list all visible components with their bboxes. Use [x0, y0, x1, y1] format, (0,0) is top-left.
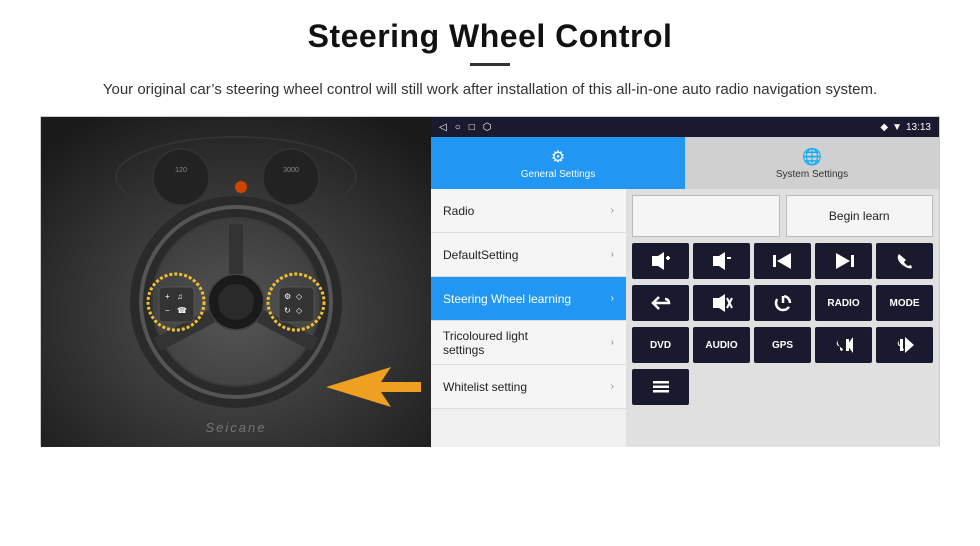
android-ui: ◁ ○ □ ⬡ ◆ ▼ 13:13 ⚙ General Settings [431, 117, 939, 447]
svg-text:☎: ☎ [177, 306, 187, 315]
menu-whitelist[interactable]: Whitelist setting › [431, 365, 626, 409]
button-row-3: DVD AUDIO GPS [632, 327, 933, 363]
vol-up-button[interactable] [632, 243, 689, 279]
svg-text:−: − [165, 306, 170, 315]
tab-system-settings[interactable]: 🌐 System Settings [685, 137, 939, 189]
button-row-1 [632, 243, 933, 279]
svg-text:◇: ◇ [296, 292, 303, 301]
signal-icon: ▼ [892, 122, 902, 133]
car-image: 120 3000 [41, 117, 431, 447]
call-next-button[interactable] [876, 327, 933, 363]
menu-tricoloured[interactable]: Tricoloured lightsettings › [431, 321, 626, 365]
title-section: Steering Wheel Control Your original car… [40, 18, 940, 102]
content-area: 120 3000 [40, 116, 940, 446]
menu-whitelist-label: Whitelist setting [443, 380, 527, 394]
right-panel: Begin learn [626, 189, 939, 447]
status-bar-left: ◁ ○ □ ⬡ [439, 122, 492, 133]
menu-default-setting[interactable]: DefaultSetting › [431, 233, 626, 277]
top-row: Begin learn [632, 195, 933, 237]
begin-learn-button[interactable]: Begin learn [786, 195, 934, 237]
menu-whitelist-arrow: › [611, 381, 614, 392]
svg-text:⚙: ⚙ [284, 292, 291, 301]
menu-radio-label: Radio [443, 204, 474, 218]
page-container: Steering Wheel Control Your original car… [0, 0, 980, 456]
menu-default-arrow: › [611, 249, 614, 260]
steering-wheel-svg: 120 3000 [41, 117, 431, 447]
menu-steering-label: Steering Wheel learning [443, 292, 571, 306]
tab-general-settings[interactable]: ⚙ General Settings [431, 137, 685, 189]
general-settings-icon: ⚙ [551, 147, 565, 167]
next-track-button[interactable] [815, 243, 872, 279]
svg-text:+: + [165, 292, 170, 301]
main-content: Radio › DefaultSetting › Steering Wheel … [431, 189, 939, 447]
audio-button[interactable]: AUDIO [693, 327, 750, 363]
menu-steering-arrow: › [611, 293, 614, 304]
dvd-button[interactable]: DVD [632, 327, 689, 363]
tab-bar: ⚙ General Settings 🌐 System Settings [431, 137, 939, 189]
home-nav-icon[interactable]: ○ [455, 122, 461, 133]
menu-button[interactable] [632, 369, 689, 405]
app-icon[interactable]: ⬡ [483, 122, 492, 133]
prev-track-button[interactable] [754, 243, 811, 279]
tab-system-label: System Settings [776, 169, 848, 180]
recents-nav-icon[interactable]: □ [469, 122, 475, 133]
gps-button[interactable]: GPS [754, 327, 811, 363]
page-title: Steering Wheel Control [40, 18, 940, 55]
svg-text:3000: 3000 [283, 167, 299, 174]
system-settings-icon: 🌐 [802, 147, 822, 167]
menu-radio-arrow: › [611, 205, 614, 216]
svg-text:120: 120 [175, 167, 187, 174]
page-subtitle: Your original car’s steering wheel contr… [90, 78, 890, 102]
svg-text:Seicane: Seicane [206, 420, 267, 435]
tab-general-label: General Settings [521, 169, 596, 180]
left-menu: Radio › DefaultSetting › Steering Wheel … [431, 189, 626, 447]
button-row-2: RADIO MODE [632, 285, 933, 321]
call-button[interactable] [876, 243, 933, 279]
svg-text:↻: ↻ [284, 306, 291, 315]
menu-default-label: DefaultSetting [443, 248, 518, 262]
power-button[interactable] [754, 285, 811, 321]
menu-radio[interactable]: Radio › [431, 189, 626, 233]
steering-wheel-container: 120 3000 [41, 117, 431, 447]
svg-text:◇: ◇ [296, 306, 303, 315]
button-row-4 [632, 369, 933, 405]
menu-steering-wheel[interactable]: Steering Wheel learning › [431, 277, 626, 321]
clock: 13:13 [906, 122, 931, 133]
call-prev-button[interactable] [815, 327, 872, 363]
gps-icon: ◆ [880, 122, 888, 133]
svg-text:♫: ♫ [177, 292, 183, 301]
status-bar-right: ◆ ▼ 13:13 [880, 122, 931, 133]
menu-tricoloured-label: Tricoloured lightsettings [443, 329, 528, 357]
back-button[interactable] [632, 285, 689, 321]
vol-down-button[interactable] [693, 243, 750, 279]
title-divider [470, 63, 510, 66]
radio-button[interactable]: RADIO [815, 285, 872, 321]
back-nav-icon[interactable]: ◁ [439, 122, 447, 133]
radio-input-box [632, 195, 780, 237]
menu-tricoloured-arrow: › [611, 337, 614, 348]
mode-button[interactable]: MODE [876, 285, 933, 321]
mute-button[interactable] [693, 285, 750, 321]
status-bar: ◁ ○ □ ⬡ ◆ ▼ 13:13 [431, 117, 939, 137]
